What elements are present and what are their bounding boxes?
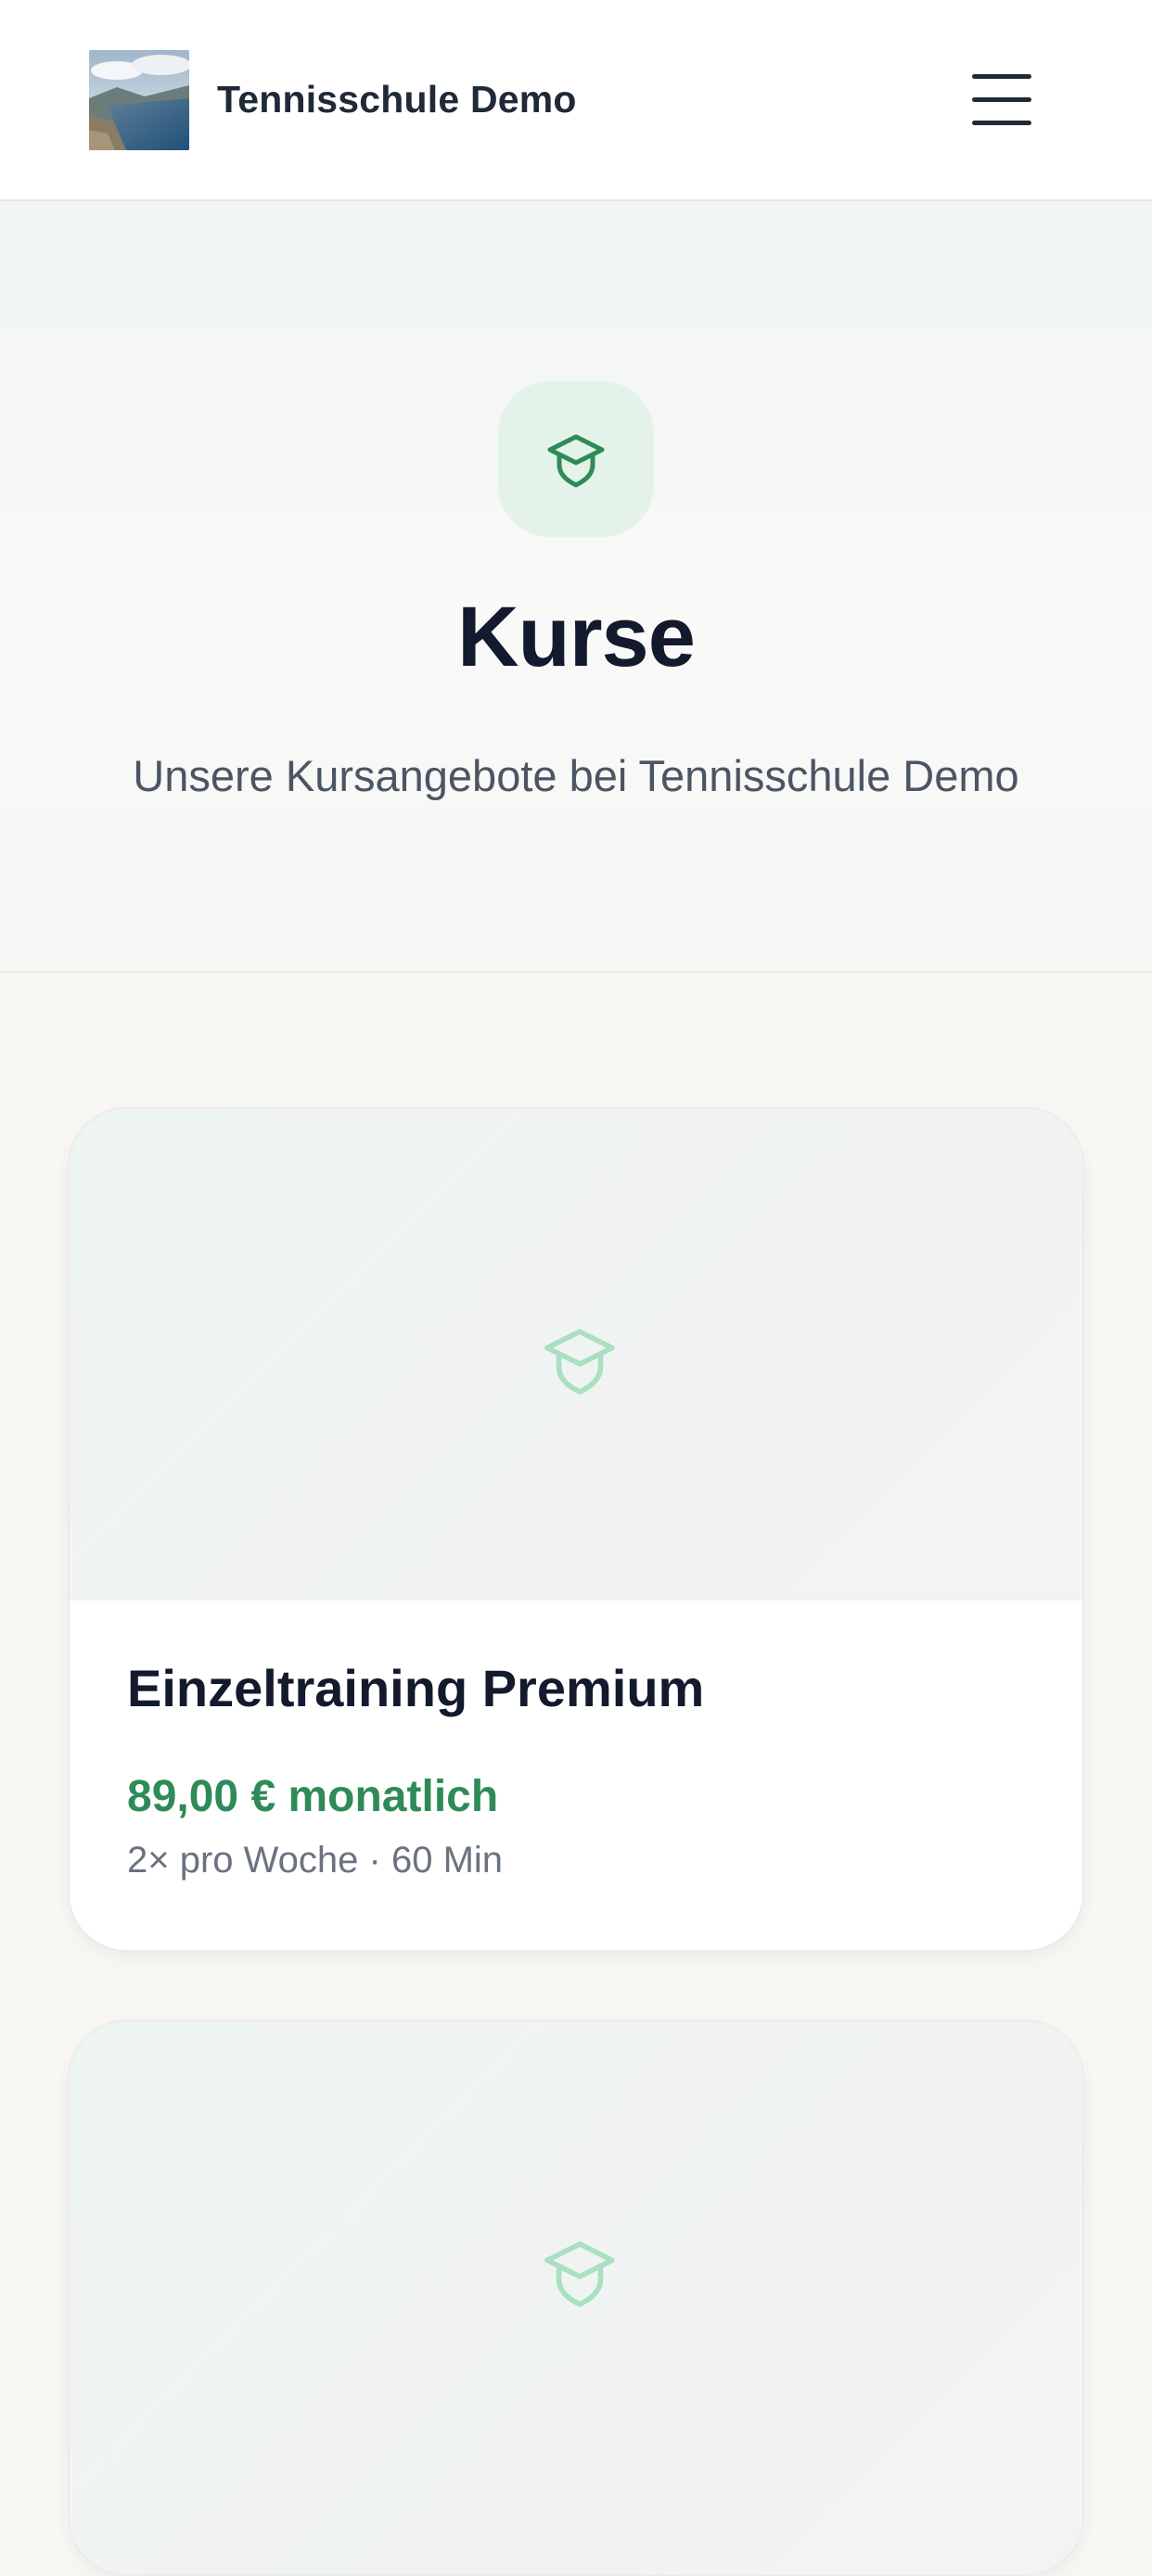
hero-section: Kurse Unsere Kursangebote bei Tennisschu… (0, 201, 1152, 973)
hamburger-menu-icon[interactable] (965, 70, 1039, 130)
hero-icon-badge (498, 381, 654, 537)
graduation-cap-icon (544, 1329, 615, 1395)
brand-name[interactable]: Tennisschule Demo (217, 78, 577, 121)
graduation-cap-icon (547, 434, 605, 488)
course-card-body: Einzeltraining Premium 89,00 € monatlich… (70, 1600, 1082, 1950)
course-card[interactable]: Einzeltraining Premium 89,00 € monatlich… (68, 1107, 1084, 1952)
course-image-placeholder (70, 1109, 1082, 1600)
course-title[interactable]: Einzeltraining Premium (127, 1658, 704, 1718)
graduation-cap-icon (544, 2241, 615, 2307)
page-title: Kurse (457, 590, 696, 684)
course-image-placeholder (70, 2021, 1082, 2574)
logo-image[interactable] (89, 50, 189, 150)
course-card[interactable] (68, 2020, 1084, 2576)
course-price: 89,00 € monatlich (127, 1772, 499, 1821)
site-header: Tennisschule Demo (0, 0, 1152, 201)
page-subtitle: Unsere Kursangebote bei Tennisschule Dem… (133, 751, 1019, 800)
course-schedule: 2× pro Woche · 60 Min (127, 1840, 504, 1881)
